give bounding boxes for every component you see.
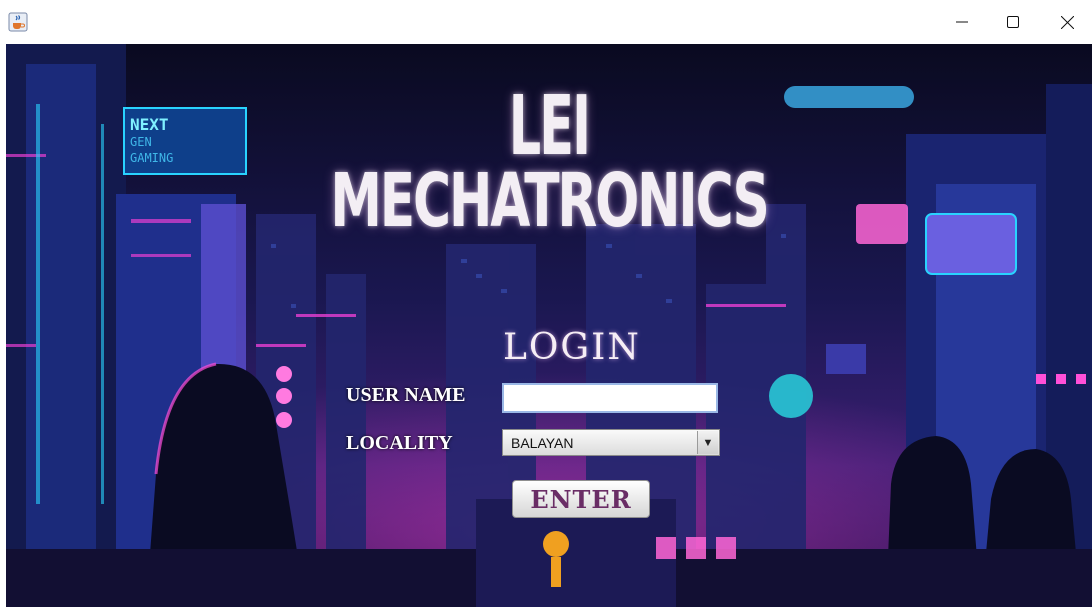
title-bar [0, 0, 1092, 44]
app-window: NEXT GEN GAMING LEI MECHATRONICS LOGIN U… [0, 0, 1092, 607]
banner-title-line1: LEI [508, 79, 591, 174]
svg-text:GAMING: GAMING [130, 151, 173, 165]
java-cup-icon [8, 12, 28, 32]
username-input[interactable] [502, 383, 718, 413]
minimize-icon [956, 21, 968, 23]
enter-button[interactable]: ENTER [512, 480, 650, 518]
svg-text:GEN: GEN [130, 135, 152, 149]
close-button[interactable] [1044, 0, 1090, 44]
username-label: USER NAME [346, 384, 466, 406]
minimize-button[interactable] [939, 0, 985, 44]
locality-dropdown[interactable]: BALAYAN ▼ [502, 429, 720, 456]
locality-selected-value: BALAYAN [511, 435, 574, 451]
login-panel: NEXT GEN GAMING LEI MECHATRONICS LOGIN U… [6, 44, 1092, 607]
locality-label: LOCALITY [346, 432, 453, 454]
maximize-icon [1007, 16, 1019, 28]
maximize-button[interactable] [990, 0, 1036, 44]
svg-text:NEXT: NEXT [130, 115, 169, 134]
banner-title-line2: MECHATRONICS [330, 158, 769, 244]
close-icon [1060, 15, 1074, 29]
dropdown-arrow-icon[interactable]: ▼ [697, 431, 718, 454]
login-heading: LOGIN [503, 327, 641, 368]
